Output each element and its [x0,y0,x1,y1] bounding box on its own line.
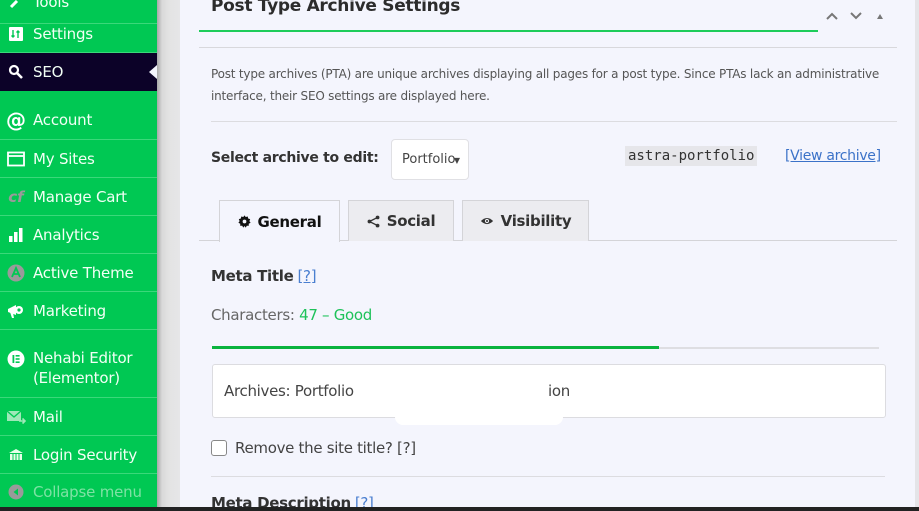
share-icon [367,215,380,228]
sidebar-item-my-sites[interactable]: My Sites [0,140,157,178]
panel-description: Post type archives (PTA) are unique arch… [211,67,880,103]
view-archive-link[interactable]: [View archive] [785,148,881,164]
cart-icon: cf [8,187,24,206]
character-count-label: Characters: [211,306,295,324]
collapse-icon [6,482,26,502]
remove-site-title-label: Remove the site title? [?] [235,439,416,457]
security-icon [6,445,26,465]
remove-site-title-option[interactable]: Remove the site title? [?] [211,439,416,457]
eye-icon [480,216,494,226]
move-up-button[interactable] [824,8,840,24]
sidebar-item-label: Analytics [33,225,100,244]
tab-label: General [257,212,322,231]
chevron-up-icon [826,12,838,20]
window-icon [6,149,26,169]
redacted-region [395,373,563,425]
sidebar-item-label: Nehabi Editor (Elementor) [33,349,133,387]
archive-select[interactable]: Portfolio ▼ [391,139,469,180]
divider [211,476,885,477]
sidebar-item-label: Marketing [33,301,106,320]
sidebar-item-label: Active Theme [33,263,134,282]
tab-label: Visibility [500,212,572,230]
wrench-icon [6,0,26,12]
post-type-archive-panel: Post Type Archive Settings Post type arc… [180,0,919,511]
sidebar-item-seo[interactable]: SEO [0,53,157,91]
archive-select-value: Portfolio [402,152,456,167]
chevron-down-icon [850,12,862,20]
bar-chart-icon [6,225,26,245]
at-icon: @ [6,108,26,132]
remove-site-title-checkbox[interactable] [211,440,227,456]
chevron-down-icon: ▼ [453,156,460,165]
panel-title: Post Type Archive Settings [211,0,461,16]
megaphone-icon [6,301,26,321]
meta-title-label: Meta Title [?] [211,267,317,285]
title-length-meter [212,346,879,349]
toggle-panel-button[interactable] [872,8,888,24]
sidebar-item-label: Collapse menu [33,483,142,501]
archive-select-label: Select archive to edit: [211,150,379,166]
sidebar-shadow [157,0,180,511]
admin-sidebar: Tools Settings SEO @ Account My Sites cf… [0,0,157,511]
sidebar-item-label: SEO [33,63,64,81]
sidebar-item-label: My Sites [33,149,95,168]
sidebar-item-mail[interactable]: Mail [0,398,157,436]
mail-icon [6,407,26,427]
panel-header-controls [824,8,888,24]
meta-title-input-value-tail: ion [548,382,570,400]
character-count-value: 47 – Good [299,306,373,324]
title-length-meter-fill [212,346,659,349]
character-count: Characters: 47 – Good [211,306,372,324]
window-bottom-edge [0,507,919,511]
settings-icon [6,24,26,44]
meta-title-help-link[interactable]: [?] [297,267,316,285]
triangle-up-icon [877,14,883,19]
meta-title-input-value: Archives: Portfolio [224,382,354,400]
scrollbar-track[interactable] [915,0,919,507]
sidebar-item-label: Manage Cart [33,187,127,206]
search-icon [6,62,26,82]
sidebar-item-nehabi-editor[interactable]: Nehabi Editor (Elementor) [0,330,157,398]
sidebar-item-label: Login Security [33,445,138,464]
meta-title-input[interactable]: Archives: Portfolio ion [212,364,886,425]
tab-label: Social [386,212,436,230]
archive-slug: astra-portfolio [625,146,758,166]
tab-general[interactable]: General [219,200,340,242]
sidebar-item-label: Account [33,111,93,129]
sidebar-item-active-theme[interactable]: Active Theme [0,254,157,292]
divider [211,121,897,122]
sidebar-item-analytics[interactable]: Analytics [0,216,157,254]
collapse-menu-button[interactable]: Collapse menu [0,474,157,510]
theme-icon [6,263,26,283]
sidebar-item-label: Mail [33,407,63,426]
elementor-icon [6,349,26,369]
meta-title-text: Meta Title [211,267,294,285]
sidebar-item-login-security[interactable]: Login Security [0,436,157,474]
tab-visibility[interactable]: Visibility [462,200,589,241]
move-down-button[interactable] [848,8,864,24]
divider [199,47,897,48]
tab-social[interactable]: Social [348,200,454,241]
sidebar-item-label: Settings [33,24,93,43]
sidebar-item-account[interactable]: @ Account [0,101,157,140]
sidebar-item-label: Tools [33,0,69,11]
sidebar-item-settings[interactable]: Settings [0,15,157,53]
gear-icon [237,215,251,228]
title-underline [199,30,818,32]
sidebar-item-marketing[interactable]: Marketing [0,292,157,330]
sidebar-item-manage-cart[interactable]: cf Manage Cart [0,178,157,216]
